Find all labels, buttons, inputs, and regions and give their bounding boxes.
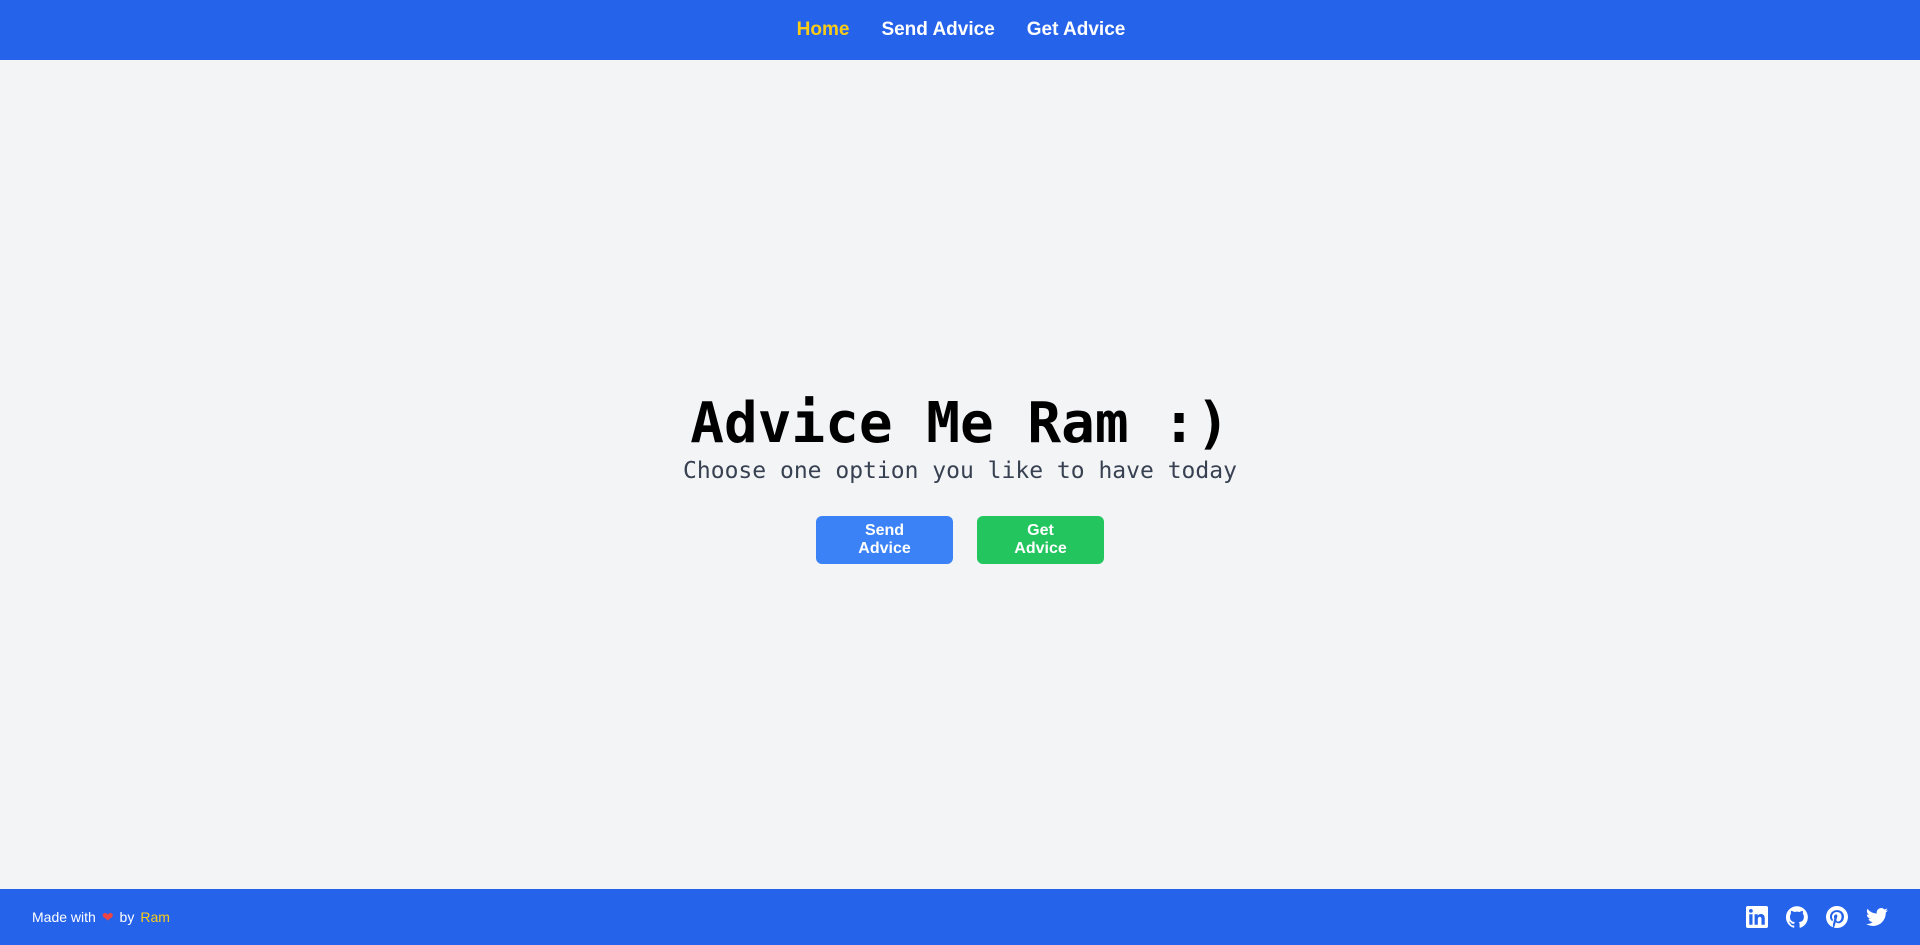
nav-send-advice-link[interactable]: Send Advice [881,19,994,41]
hero-subtitle: Choose one option you like to have today [683,457,1237,484]
linkedin-icon[interactable] [1746,906,1768,928]
nav-get-advice-link[interactable]: Get Advice [1027,19,1126,41]
social-links [1746,906,1888,928]
footer: Made with ❤ by Ram [0,889,1920,945]
hero-title: Advice Me Ram :) [690,390,1230,456]
by-text: by [119,909,135,925]
hero-section: Advice Me Ram :) Choose one option you l… [0,60,1920,889]
heart-icon: ❤ [101,908,114,925]
footer-credit: Made with ❤ by Ram [32,909,170,926]
pinterest-icon[interactable] [1826,906,1848,928]
twitter-icon[interactable] [1866,906,1888,928]
author-link[interactable]: Ram [140,909,170,925]
top-navbar: Home Send Advice Get Advice [0,0,1920,60]
get-advice-button[interactable]: Get Advice [977,515,1104,564]
hero-buttons: Send Advice Get Advice [816,515,1104,564]
send-advice-button[interactable]: Send Advice [816,515,953,564]
nav-links: Home Send Advice Get Advice [797,19,1126,41]
nav-home-link[interactable]: Home [797,19,850,41]
made-with-text: Made with [32,909,96,925]
github-icon[interactable] [1786,906,1808,928]
